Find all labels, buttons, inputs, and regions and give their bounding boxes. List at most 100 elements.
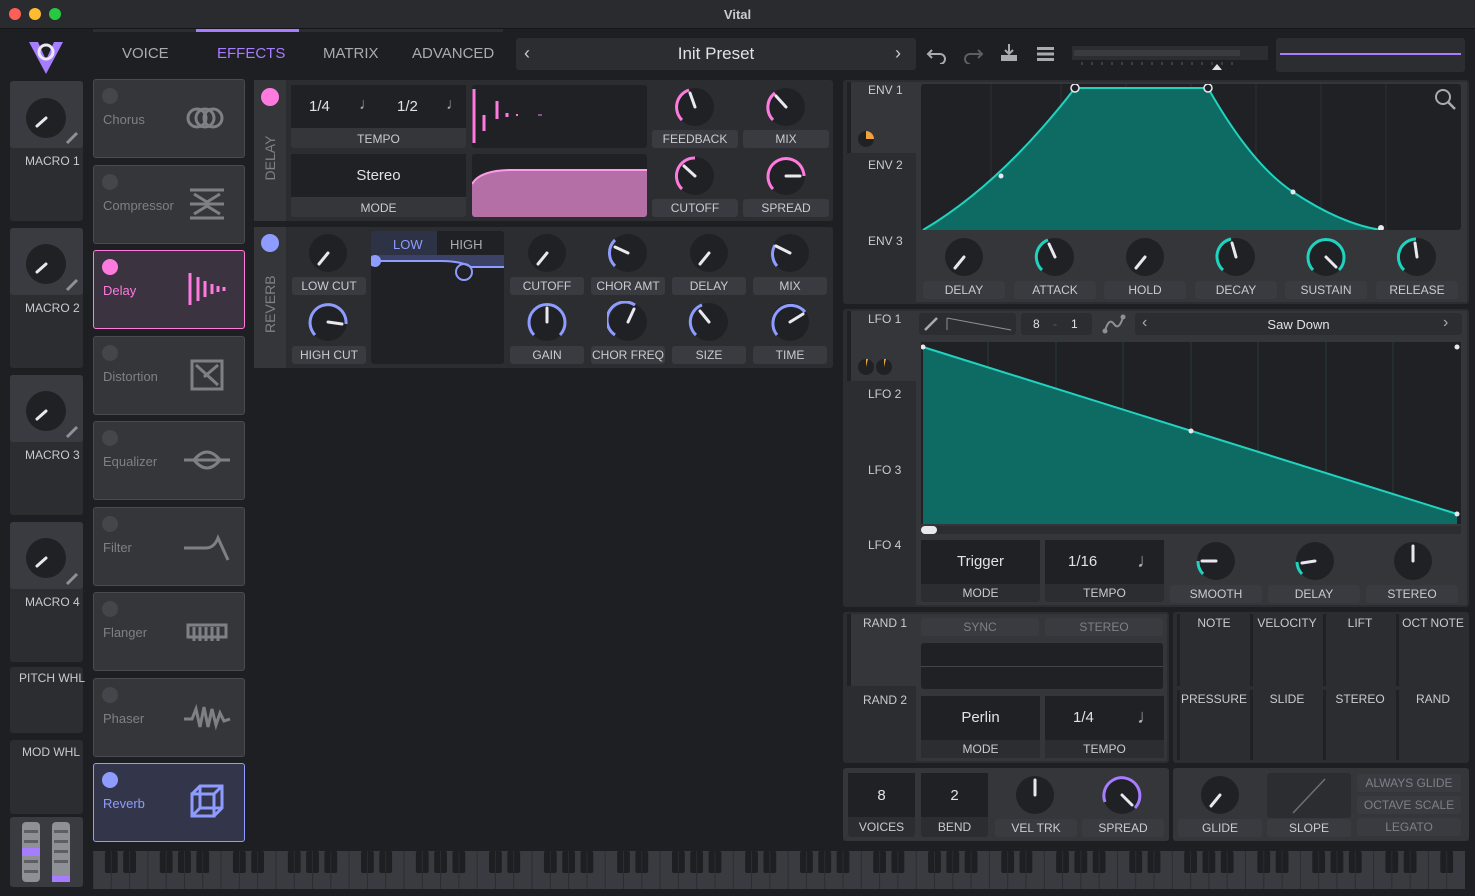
save-icon[interactable] xyxy=(998,42,1020,64)
filter-power-toggle[interactable] xyxy=(102,516,118,532)
mod-source-slide[interactable]: SLIDE xyxy=(1250,690,1321,760)
legato-toggle[interactable]: LEGATO xyxy=(1357,818,1461,836)
effect-compressor[interactable]: Compressor xyxy=(93,165,245,244)
effect-filter[interactable]: Filter xyxy=(93,507,245,586)
lfo-rate-denominator[interactable]: 1 xyxy=(1071,317,1078,331)
delay-mix-knob[interactable] xyxy=(765,86,807,128)
mod-source-velocity[interactable]: VELOCITY xyxy=(1250,614,1321,686)
reverb-gain-knob[interactable] xyxy=(526,301,568,343)
undo-icon[interactable] xyxy=(926,42,948,64)
env-sustain-knob[interactable] xyxy=(1305,236,1347,278)
reverb-eq-display[interactable]: LOW HIGH xyxy=(371,231,504,364)
zoom-search-icon[interactable] xyxy=(1433,87,1457,111)
phaser-power-toggle[interactable] xyxy=(102,687,118,703)
macro-4-edit-pencil-icon[interactable] xyxy=(64,571,80,587)
reverb-chor-amt-knob[interactable] xyxy=(607,232,649,274)
tab-matrix[interactable]: MATRIX xyxy=(323,45,379,62)
random-stereo-toggle[interactable]: STEREO xyxy=(1045,618,1163,636)
reverb-module-power-toggle[interactable] xyxy=(261,234,279,252)
delay-tempo-right-value[interactable]: 1/2 xyxy=(397,98,418,115)
reverb-power-toggle[interactable] xyxy=(102,772,118,788)
lfo-delay-knob[interactable] xyxy=(1294,540,1336,582)
effect-reverb[interactable]: Reverb xyxy=(93,763,245,842)
compressor-power-toggle[interactable] xyxy=(102,174,118,190)
macro-2-edit-pencil-icon[interactable] xyxy=(64,277,80,293)
macro-2-knob[interactable] xyxy=(24,242,68,286)
lfo-tempo-value[interactable]: 1/16 xyxy=(1068,553,1097,570)
distortion-power-toggle[interactable] xyxy=(102,345,118,361)
macro-3-knob[interactable] xyxy=(24,389,68,433)
chevron-right-icon[interactable]: › xyxy=(1443,314,1448,332)
glide-knob[interactable] xyxy=(1199,774,1241,816)
bend-value[interactable]: 2 xyxy=(921,787,988,804)
reverb-low-cut-knob[interactable] xyxy=(307,232,349,274)
reverb-delay-knob[interactable] xyxy=(688,232,730,274)
delay-power-toggle[interactable] xyxy=(102,259,118,275)
volume-meter[interactable] xyxy=(1072,46,1268,60)
mod-source-note[interactable]: NOTE xyxy=(1177,614,1248,686)
menu-icon[interactable] xyxy=(1035,44,1057,64)
env-delay-knob[interactable] xyxy=(943,236,985,278)
effect-equalizer[interactable]: Equalizer xyxy=(93,421,245,500)
env-attack-knob[interactable] xyxy=(1034,236,1076,278)
delay-feedback-knob[interactable] xyxy=(674,86,716,128)
redo-icon[interactable] xyxy=(962,42,984,64)
lfo-smooth-knob[interactable] xyxy=(1195,540,1237,582)
octave-scale-toggle[interactable]: OCTAVE SCALE xyxy=(1357,796,1461,814)
tab-advanced[interactable]: ADVANCED xyxy=(412,45,494,62)
reverb-low-tab[interactable]: LOW xyxy=(393,237,423,252)
lfo-mode-value[interactable]: Trigger xyxy=(921,553,1040,570)
lfo-stereo-knob[interactable] xyxy=(1392,540,1434,582)
keyboard[interactable] xyxy=(92,851,1465,889)
reverb-mix-knob[interactable] xyxy=(769,232,811,274)
delay-spread-knob[interactable] xyxy=(765,155,807,197)
always-glide-toggle[interactable]: ALWAYS GLIDE xyxy=(1357,774,1461,792)
mod-source-pressure[interactable]: PRESSURE xyxy=(1177,690,1248,760)
mod-source-stereo[interactable]: STEREO xyxy=(1323,690,1394,760)
macro-1-edit-pencil-icon[interactable] xyxy=(64,130,80,146)
macro-1-knob[interactable] xyxy=(24,96,68,140)
random-sync-toggle[interactable]: SYNC xyxy=(921,618,1039,636)
macro-3-edit-pencil-icon[interactable] xyxy=(64,424,80,440)
effect-flanger[interactable]: Flanger xyxy=(93,592,245,671)
chevron-right-icon[interactable]: › xyxy=(895,43,901,64)
delay-cutoff-knob[interactable] xyxy=(674,155,716,197)
wheels[interactable] xyxy=(20,822,74,884)
chorus-power-toggle[interactable] xyxy=(102,88,118,104)
flanger-power-toggle[interactable] xyxy=(102,601,118,617)
reverb-high-cut-knob[interactable] xyxy=(307,301,349,343)
tab-voice[interactable]: VOICE xyxy=(122,45,169,62)
delay-tempo-left-value[interactable]: 1/4 xyxy=(309,98,330,115)
reverb-size-knob[interactable] xyxy=(688,301,730,343)
reverb-high-tab[interactable]: HIGH xyxy=(450,237,483,252)
random-tempo-value[interactable]: 1/4 xyxy=(1073,709,1094,726)
effect-delay[interactable]: Delay xyxy=(93,250,245,329)
reverb-chor-freq-knob[interactable] xyxy=(607,301,649,343)
reverb-cutoff-knob[interactable] xyxy=(526,232,568,274)
voices-value[interactable]: 8 xyxy=(848,787,915,804)
lfo-phase-slider[interactable] xyxy=(921,526,1461,534)
mod-source-oct-note[interactable]: OCT NOTE xyxy=(1396,614,1467,686)
delay-mode-value[interactable]: Stereo xyxy=(291,167,466,184)
lfo-smooth-curve-icon[interactable] xyxy=(1101,313,1127,335)
equalizer-power-toggle[interactable] xyxy=(102,430,118,446)
macro-4-knob[interactable] xyxy=(24,536,68,580)
vel-trk-knob[interactable] xyxy=(1014,774,1056,816)
effect-phaser[interactable]: Phaser xyxy=(93,678,245,757)
reverb-time-knob[interactable] xyxy=(769,301,811,343)
slope-display[interactable] xyxy=(1267,773,1351,818)
effect-distortion[interactable]: Distortion xyxy=(93,336,245,415)
voice-spread-knob[interactable] xyxy=(1101,774,1143,816)
mod-source-lift[interactable]: LIFT xyxy=(1323,614,1394,686)
lfo-graph[interactable] xyxy=(921,342,1461,524)
env-release-knob[interactable] xyxy=(1396,236,1438,278)
tab-effects[interactable]: EFFECTS xyxy=(217,45,285,62)
lfo-rate-numerator[interactable]: 8 xyxy=(1033,317,1040,331)
effect-chorus[interactable]: Chorus xyxy=(93,79,245,158)
env-hold-knob[interactable] xyxy=(1124,236,1166,278)
delay-module-power-toggle[interactable] xyxy=(261,88,279,106)
lfo-1-mod-indicator-icon[interactable] xyxy=(857,358,895,376)
mod-source-rand[interactable]: RAND xyxy=(1396,690,1467,760)
env-decay-knob[interactable] xyxy=(1215,236,1257,278)
env-graph[interactable] xyxy=(921,84,1461,230)
